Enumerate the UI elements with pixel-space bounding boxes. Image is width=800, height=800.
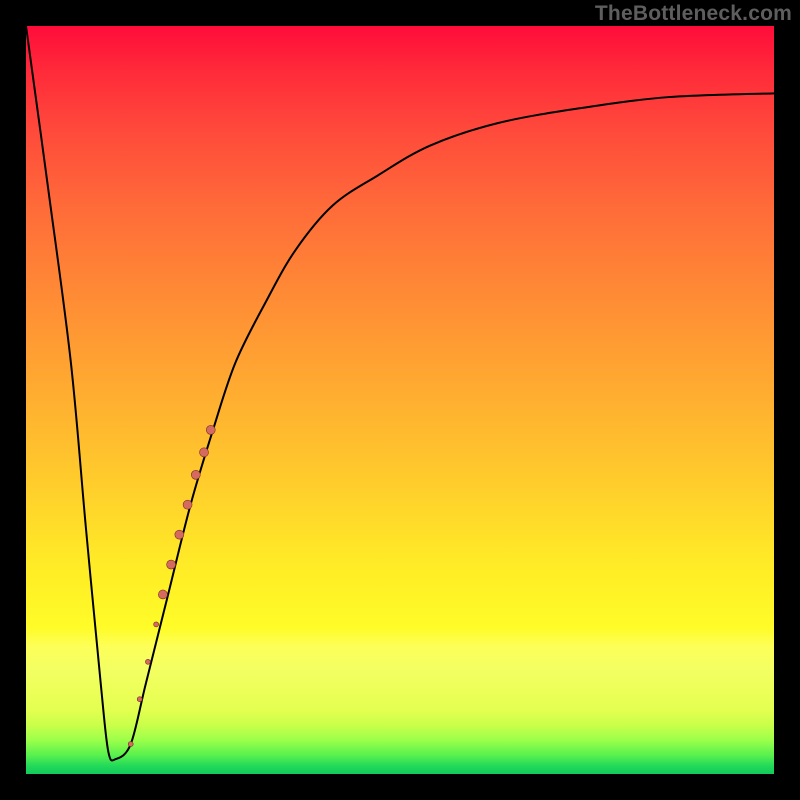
curve-marker [175,530,184,539]
curve-marker [128,742,133,747]
watermark-text: TheBottleneck.com [595,2,792,26]
curve-marker [200,448,209,457]
curve-marker [145,659,150,664]
plot-area [26,26,774,774]
curve-markers [128,425,215,746]
curve-marker [183,500,192,509]
curve-marker [191,470,200,479]
chart-frame: TheBottleneck.com [0,0,800,800]
bottleneck-curve-svg [26,26,774,774]
bottleneck-curve-path [26,26,774,761]
curve-marker [158,590,167,599]
curve-marker [206,425,215,434]
curve-marker [137,697,142,702]
curve-marker [154,622,159,627]
curve-marker [167,560,176,569]
